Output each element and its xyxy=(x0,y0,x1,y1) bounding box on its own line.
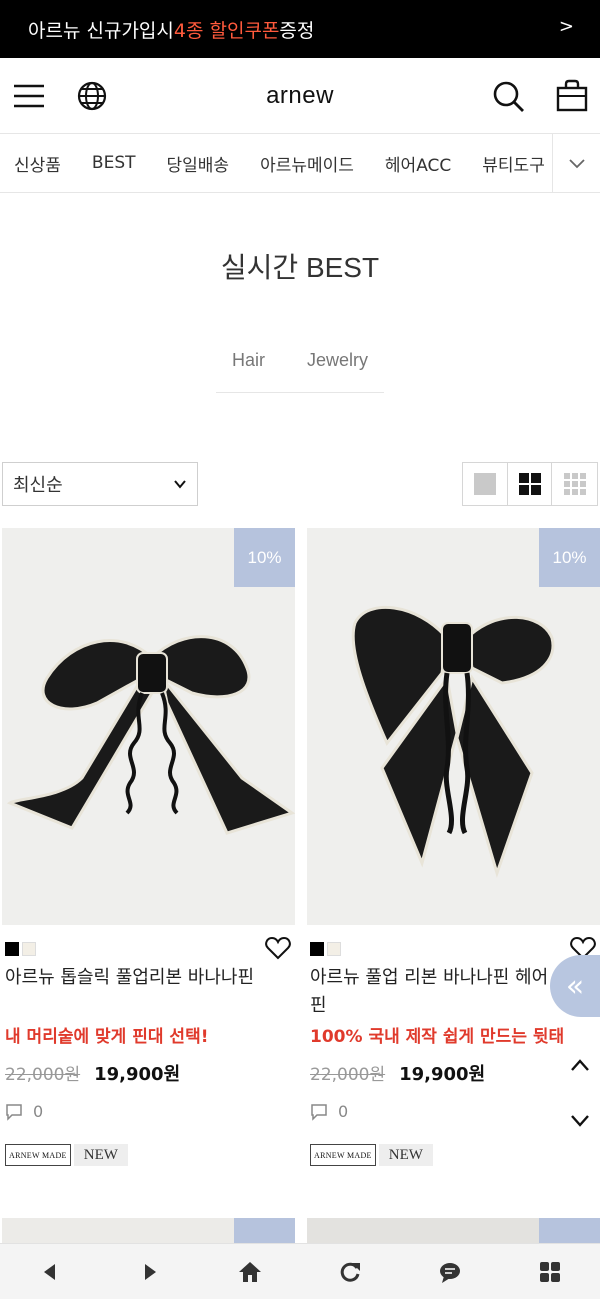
promo-highlight: 4종 할인쿠폰 xyxy=(173,19,280,42)
product-description: 100% 국내 제작 쉽게 만드는 뒷태 xyxy=(310,1027,565,1047)
product-name[interactable]: 아르뉴 톱슬릭 풀업리본 바나나핀 xyxy=(5,964,255,992)
tag-new: NEW xyxy=(378,1144,433,1166)
home-button[interactable] xyxy=(230,1252,270,1292)
product-card[interactable]: 10% 아르뉴 풀업 리본 바나나핀 헤어핀 100% 국내 제작 쉽게 만드는… xyxy=(307,528,600,1166)
forward-icon xyxy=(145,1263,156,1280)
swatch-ivory[interactable] xyxy=(22,942,36,956)
single-view-button[interactable] xyxy=(463,463,508,505)
page-title: 실시간 BEST xyxy=(220,252,380,283)
back-icon xyxy=(44,1263,55,1280)
filter-tabs: Hair Jewelry xyxy=(216,340,384,393)
shopping-bag-icon[interactable] xyxy=(554,78,590,114)
tag-arnew-made: ARNEW MADE xyxy=(310,1144,376,1166)
forward-button[interactable] xyxy=(130,1252,170,1292)
chevron-down-icon xyxy=(174,480,186,489)
category-nav: 신상품 BEST 당일배송 아르뉴메이드 헤어ACC 뷰티도구 xyxy=(0,134,600,193)
tab-hair[interactable]: Hair xyxy=(232,350,265,392)
product-tags: ARNEW MADE NEW xyxy=(5,1144,128,1166)
promo-suffix: 증정 xyxy=(279,19,315,42)
back-button[interactable] xyxy=(30,1252,70,1292)
search-icon[interactable] xyxy=(490,78,526,114)
wishlist-heart-icon[interactable] xyxy=(265,936,291,960)
promo-prefix: 아르뉴 신규가입시 xyxy=(28,19,174,42)
browser-nav-bar xyxy=(0,1243,600,1299)
product-description: 내 머리숱에 맞게 핀대 선택! xyxy=(5,1027,209,1047)
review-count-value: 0 xyxy=(33,1102,44,1121)
view-toggle-group xyxy=(462,462,598,506)
comment-icon xyxy=(311,1103,327,1121)
refresh-button[interactable] xyxy=(330,1252,370,1292)
refresh-icon xyxy=(340,1262,360,1282)
tab-jewelry[interactable]: Jewelry xyxy=(307,350,368,392)
tag-new: NEW xyxy=(73,1144,128,1166)
apps-icon xyxy=(540,1261,560,1282)
promo-banner[interactable]: 아르뉴 신규가입시 4종 할인쿠폰 증정 > xyxy=(0,0,600,58)
chevron-down-icon xyxy=(568,159,585,169)
original-price: 22,000원 xyxy=(5,1065,81,1085)
site-header: arnew xyxy=(0,58,600,134)
product-price: 22,000원 19,900원 xyxy=(5,1060,180,1086)
product-card[interactable]: 10% 아르뉴 톱슬릭 풀업리본 바나나핀 내 머리숱에 맞게 핀대 선택! 2… xyxy=(2,528,295,1166)
discount-badge: 10% xyxy=(234,528,295,587)
grid-3-view-icon xyxy=(563,473,586,495)
product-price: 22,000원 19,900원 xyxy=(310,1060,485,1086)
apps-button[interactable] xyxy=(530,1252,570,1292)
grid-3-view-button[interactable] xyxy=(552,463,597,505)
sale-price: 19,900원 xyxy=(399,1064,486,1085)
category-item[interactable]: BEST xyxy=(92,153,136,173)
scroll-top-chevron-up-icon[interactable] xyxy=(570,1058,590,1072)
discount-badge: 10% xyxy=(539,528,600,587)
product-name[interactable]: 아르뉴 풀업 리본 바나나핀 헤어핀 xyxy=(310,964,560,1020)
grid-2-view-icon xyxy=(518,473,541,495)
single-view-icon xyxy=(473,473,496,495)
review-count: 0 xyxy=(5,1102,43,1121)
category-item[interactable]: 뷰티도구 xyxy=(482,151,545,176)
swatch-ivory[interactable] xyxy=(327,942,341,956)
category-item[interactable]: 당일배송 xyxy=(167,151,230,176)
product-tags: ARNEW MADE NEW xyxy=(310,1144,433,1166)
grid-2-view-button[interactable] xyxy=(508,463,553,505)
chat-button[interactable] xyxy=(430,1252,470,1292)
color-swatches xyxy=(5,942,39,956)
review-count: 0 xyxy=(310,1102,348,1121)
comment-icon xyxy=(6,1103,22,1121)
product-image[interactable]: 10% xyxy=(307,528,600,925)
promo-arrow-icon[interactable]: > xyxy=(559,16,574,37)
category-expand-button[interactable] xyxy=(552,134,600,192)
sale-price: 19,900원 xyxy=(94,1064,181,1085)
scroll-bottom-chevron-down-icon[interactable] xyxy=(570,1114,590,1128)
bow-image xyxy=(351,605,555,878)
sort-selected-value: 최신순 xyxy=(13,475,63,496)
category-item[interactable]: 신상품 xyxy=(14,151,61,176)
sort-select[interactable]: 최신순 xyxy=(2,462,198,506)
category-item[interactable]: 아르뉴메이드 xyxy=(260,151,354,176)
product-image[interactable]: 10% xyxy=(2,528,295,925)
home-icon xyxy=(239,1261,261,1282)
color-swatches xyxy=(310,942,344,956)
category-item[interactable]: 헤어ACC xyxy=(385,151,451,176)
original-price: 22,000원 xyxy=(310,1065,386,1085)
review-count-value: 0 xyxy=(338,1102,349,1121)
chat-icon xyxy=(440,1262,460,1283)
swatch-black[interactable] xyxy=(310,942,324,956)
tag-arnew-made: ARNEW MADE xyxy=(5,1144,71,1166)
swatch-black[interactable] xyxy=(5,942,19,956)
bow-image xyxy=(6,635,295,835)
